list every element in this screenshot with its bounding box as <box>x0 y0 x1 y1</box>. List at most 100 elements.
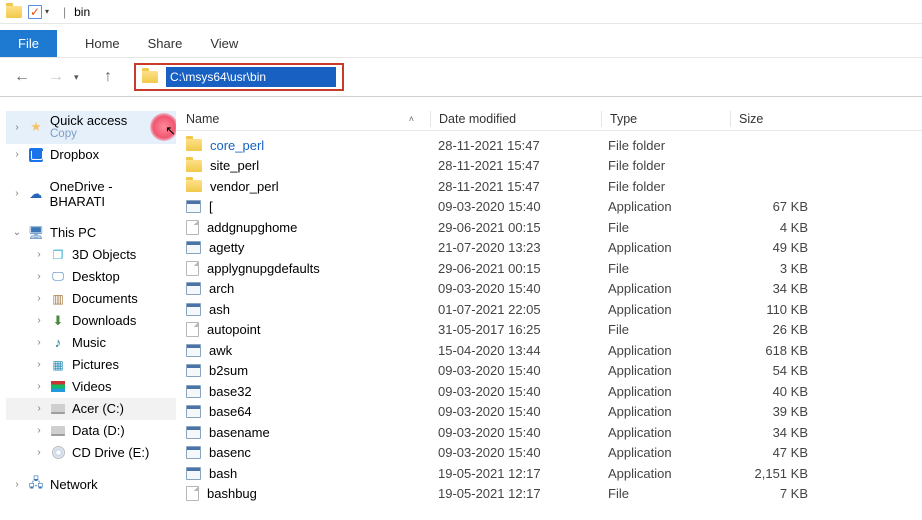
sidebar-item-desktop[interactable]: ›🖵Desktop <box>6 266 176 288</box>
file-row[interactable]: bashbug19-05-2021 12:17File7 KB <box>176 484 922 505</box>
address-bar[interactable] <box>134 63 344 91</box>
expand-collapse-icon[interactable]: › <box>34 447 44 458</box>
sidebar-item-network[interactable]: › 🖧 Network <box>6 474 176 496</box>
file-size: 110 KB <box>736 302 836 317</box>
sidebar-item-videos[interactable]: › Videos <box>6 376 176 398</box>
sidebar-item-pictures[interactable]: ›▦Pictures <box>6 354 176 376</box>
sidebar-item-label: Dropbox <box>50 147 99 162</box>
sidebar-item-label: Videos <box>72 379 112 394</box>
file-name: site_perl <box>210 158 259 173</box>
file-date: 28-11-2021 15:47 <box>438 179 608 194</box>
window-title: bin <box>74 5 90 19</box>
ribbon-file-button[interactable]: File⌄ <box>0 30 57 57</box>
application-icon <box>186 282 201 295</box>
file-row[interactable]: applygnupgdefaults29-06-2021 00:15File3 … <box>176 258 922 279</box>
expand-collapse-icon[interactable]: › <box>34 249 44 260</box>
up-button[interactable]: ↑ <box>100 69 116 85</box>
cursor-arrow-icon: ↖ <box>165 123 176 139</box>
file-row[interactable]: addgnupghome29-06-2021 00:15File4 KB <box>176 217 922 238</box>
download-icon: ⬇ <box>50 313 66 329</box>
file-row[interactable]: basename09-03-2020 15:40Application34 KB <box>176 422 922 443</box>
expand-collapse-icon[interactable]: › <box>12 122 22 133</box>
expand-collapse-icon[interactable]: › <box>12 479 22 490</box>
cube-icon: ❒ <box>50 247 66 263</box>
column-header-type[interactable]: Type <box>610 112 738 126</box>
application-icon <box>186 344 201 357</box>
desktop-icon: 🖵 <box>50 269 66 285</box>
ribbon-tab-home[interactable]: Home <box>71 30 134 57</box>
file-row[interactable]: base6409-03-2020 15:40Application39 KB <box>176 402 922 423</box>
navbar: ← → ▾ ↑ <box>0 58 922 96</box>
file-date: 09-03-2020 15:40 <box>438 281 608 296</box>
expand-collapse-icon[interactable]: › <box>34 293 44 304</box>
file-date: 29-06-2021 00:15 <box>438 261 608 276</box>
sidebar-item-acer-c-[interactable]: ›Acer (C:) <box>6 398 176 420</box>
expand-collapse-icon[interactable]: › <box>34 403 44 414</box>
expand-collapse-icon[interactable]: › <box>34 315 44 326</box>
file-type: Application <box>608 384 736 399</box>
file-row[interactable]: vendor_perl28-11-2021 15:47File folder <box>176 176 922 197</box>
file-row[interactable]: base3209-03-2020 15:40Application40 KB <box>176 381 922 402</box>
column-header-date[interactable]: Date modified <box>439 112 609 126</box>
file-row[interactable]: core_perl28-11-2021 15:47File folder <box>176 135 922 156</box>
folder-icon <box>186 180 202 192</box>
file-name: autopoint <box>207 322 261 337</box>
sidebar-item-downloads[interactable]: ›⬇Downloads <box>6 310 176 332</box>
sidebar-item-quick-access[interactable]: › ★ Quick access Copy ↖ <box>6 111 176 144</box>
column-headers: Name˄ Date modified Type Size <box>176 107 922 131</box>
expand-collapse-icon[interactable]: › <box>34 359 44 370</box>
column-header-name[interactable]: Name˄ <box>186 112 438 126</box>
sidebar-item-music[interactable]: ›♪Music <box>6 332 176 354</box>
file-date: 19-05-2021 12:17 <box>438 466 608 481</box>
back-button[interactable]: ← <box>14 69 30 85</box>
documents-icon: ▥ <box>50 291 66 307</box>
application-icon <box>186 385 201 398</box>
file-date: 29-06-2021 00:15 <box>438 220 608 235</box>
ribbon-tab-share[interactable]: Share <box>134 30 197 57</box>
sidebar-item-3d-objects[interactable]: ›❒3D Objects <box>6 244 176 266</box>
ribbon-tab-view[interactable]: View <box>196 30 252 57</box>
qat-checkbox-icon[interactable]: ✓ <box>28 5 42 19</box>
file-date: 21-07-2020 13:23 <box>438 240 608 255</box>
expand-collapse-icon[interactable]: › <box>12 149 22 160</box>
expand-collapse-icon[interactable]: › <box>34 337 44 348</box>
file-size: 618 KB <box>736 343 836 358</box>
file-row[interactable]: arch09-03-2020 15:40Application34 KB <box>176 279 922 300</box>
file-row[interactable]: [09-03-2020 15:40Application67 KB <box>176 197 922 218</box>
sidebar-item-onedrive[interactable]: › ☁ OneDrive - BHARATI <box>6 176 176 212</box>
chevron-down-icon[interactable]: ▾ <box>45 7 55 16</box>
file-size: 49 KB <box>736 240 836 255</box>
file-row[interactable]: ash01-07-2021 22:05Application110 KB <box>176 299 922 320</box>
address-input[interactable] <box>166 67 336 87</box>
file-type: File folder <box>608 138 736 153</box>
file-row[interactable]: b2sum09-03-2020 15:40Application54 KB <box>176 361 922 382</box>
expand-collapse-icon[interactable]: › <box>34 381 44 392</box>
sidebar-item-cd-drive-e-[interactable]: ›CD Drive (E:) <box>6 442 176 464</box>
history-dropdown-icon[interactable]: ▾ <box>74 72 82 83</box>
file-size: 2,151 KB <box>736 466 836 481</box>
file-icon <box>186 261 199 276</box>
expand-collapse-icon[interactable]: › <box>12 188 22 199</box>
expand-collapse-icon[interactable]: › <box>34 271 44 282</box>
file-row[interactable]: autopoint31-05-2017 16:25File26 KB <box>176 320 922 341</box>
sidebar-item-data-d-[interactable]: ›Data (D:) <box>6 420 176 442</box>
file-row[interactable]: site_perl28-11-2021 15:47File folder <box>176 156 922 177</box>
sidebar-item-this-pc[interactable]: ⌄ 🖥 This PC <box>6 222 176 244</box>
file-row[interactable]: awk15-04-2020 13:44Application618 KB <box>176 340 922 361</box>
file-date: 09-03-2020 15:40 <box>438 425 608 440</box>
expand-collapse-icon[interactable]: › <box>34 425 44 436</box>
sidebar-item-documents[interactable]: ›▥Documents <box>6 288 176 310</box>
drive-icon <box>51 404 65 414</box>
application-icon <box>186 426 201 439</box>
file-row[interactable]: agetty21-07-2020 13:23Application49 KB <box>176 238 922 259</box>
expand-collapse-icon[interactable]: ⌄ <box>12 227 22 238</box>
navigation-pane: › ★ Quick access Copy ↖ › Dropbox › ☁ On… <box>0 103 176 520</box>
file-row[interactable]: basenc09-03-2020 15:40Application47 KB <box>176 443 922 464</box>
column-header-size[interactable]: Size <box>739 112 839 126</box>
file-type: Application <box>608 199 736 214</box>
file-row[interactable]: bash19-05-2021 12:17Application2,151 KB <box>176 463 922 484</box>
sidebar-item-dropbox[interactable]: › Dropbox <box>6 144 176 166</box>
file-date: 28-11-2021 15:47 <box>438 158 608 173</box>
file-size: 34 KB <box>736 425 836 440</box>
file-size: 67 KB <box>736 199 836 214</box>
